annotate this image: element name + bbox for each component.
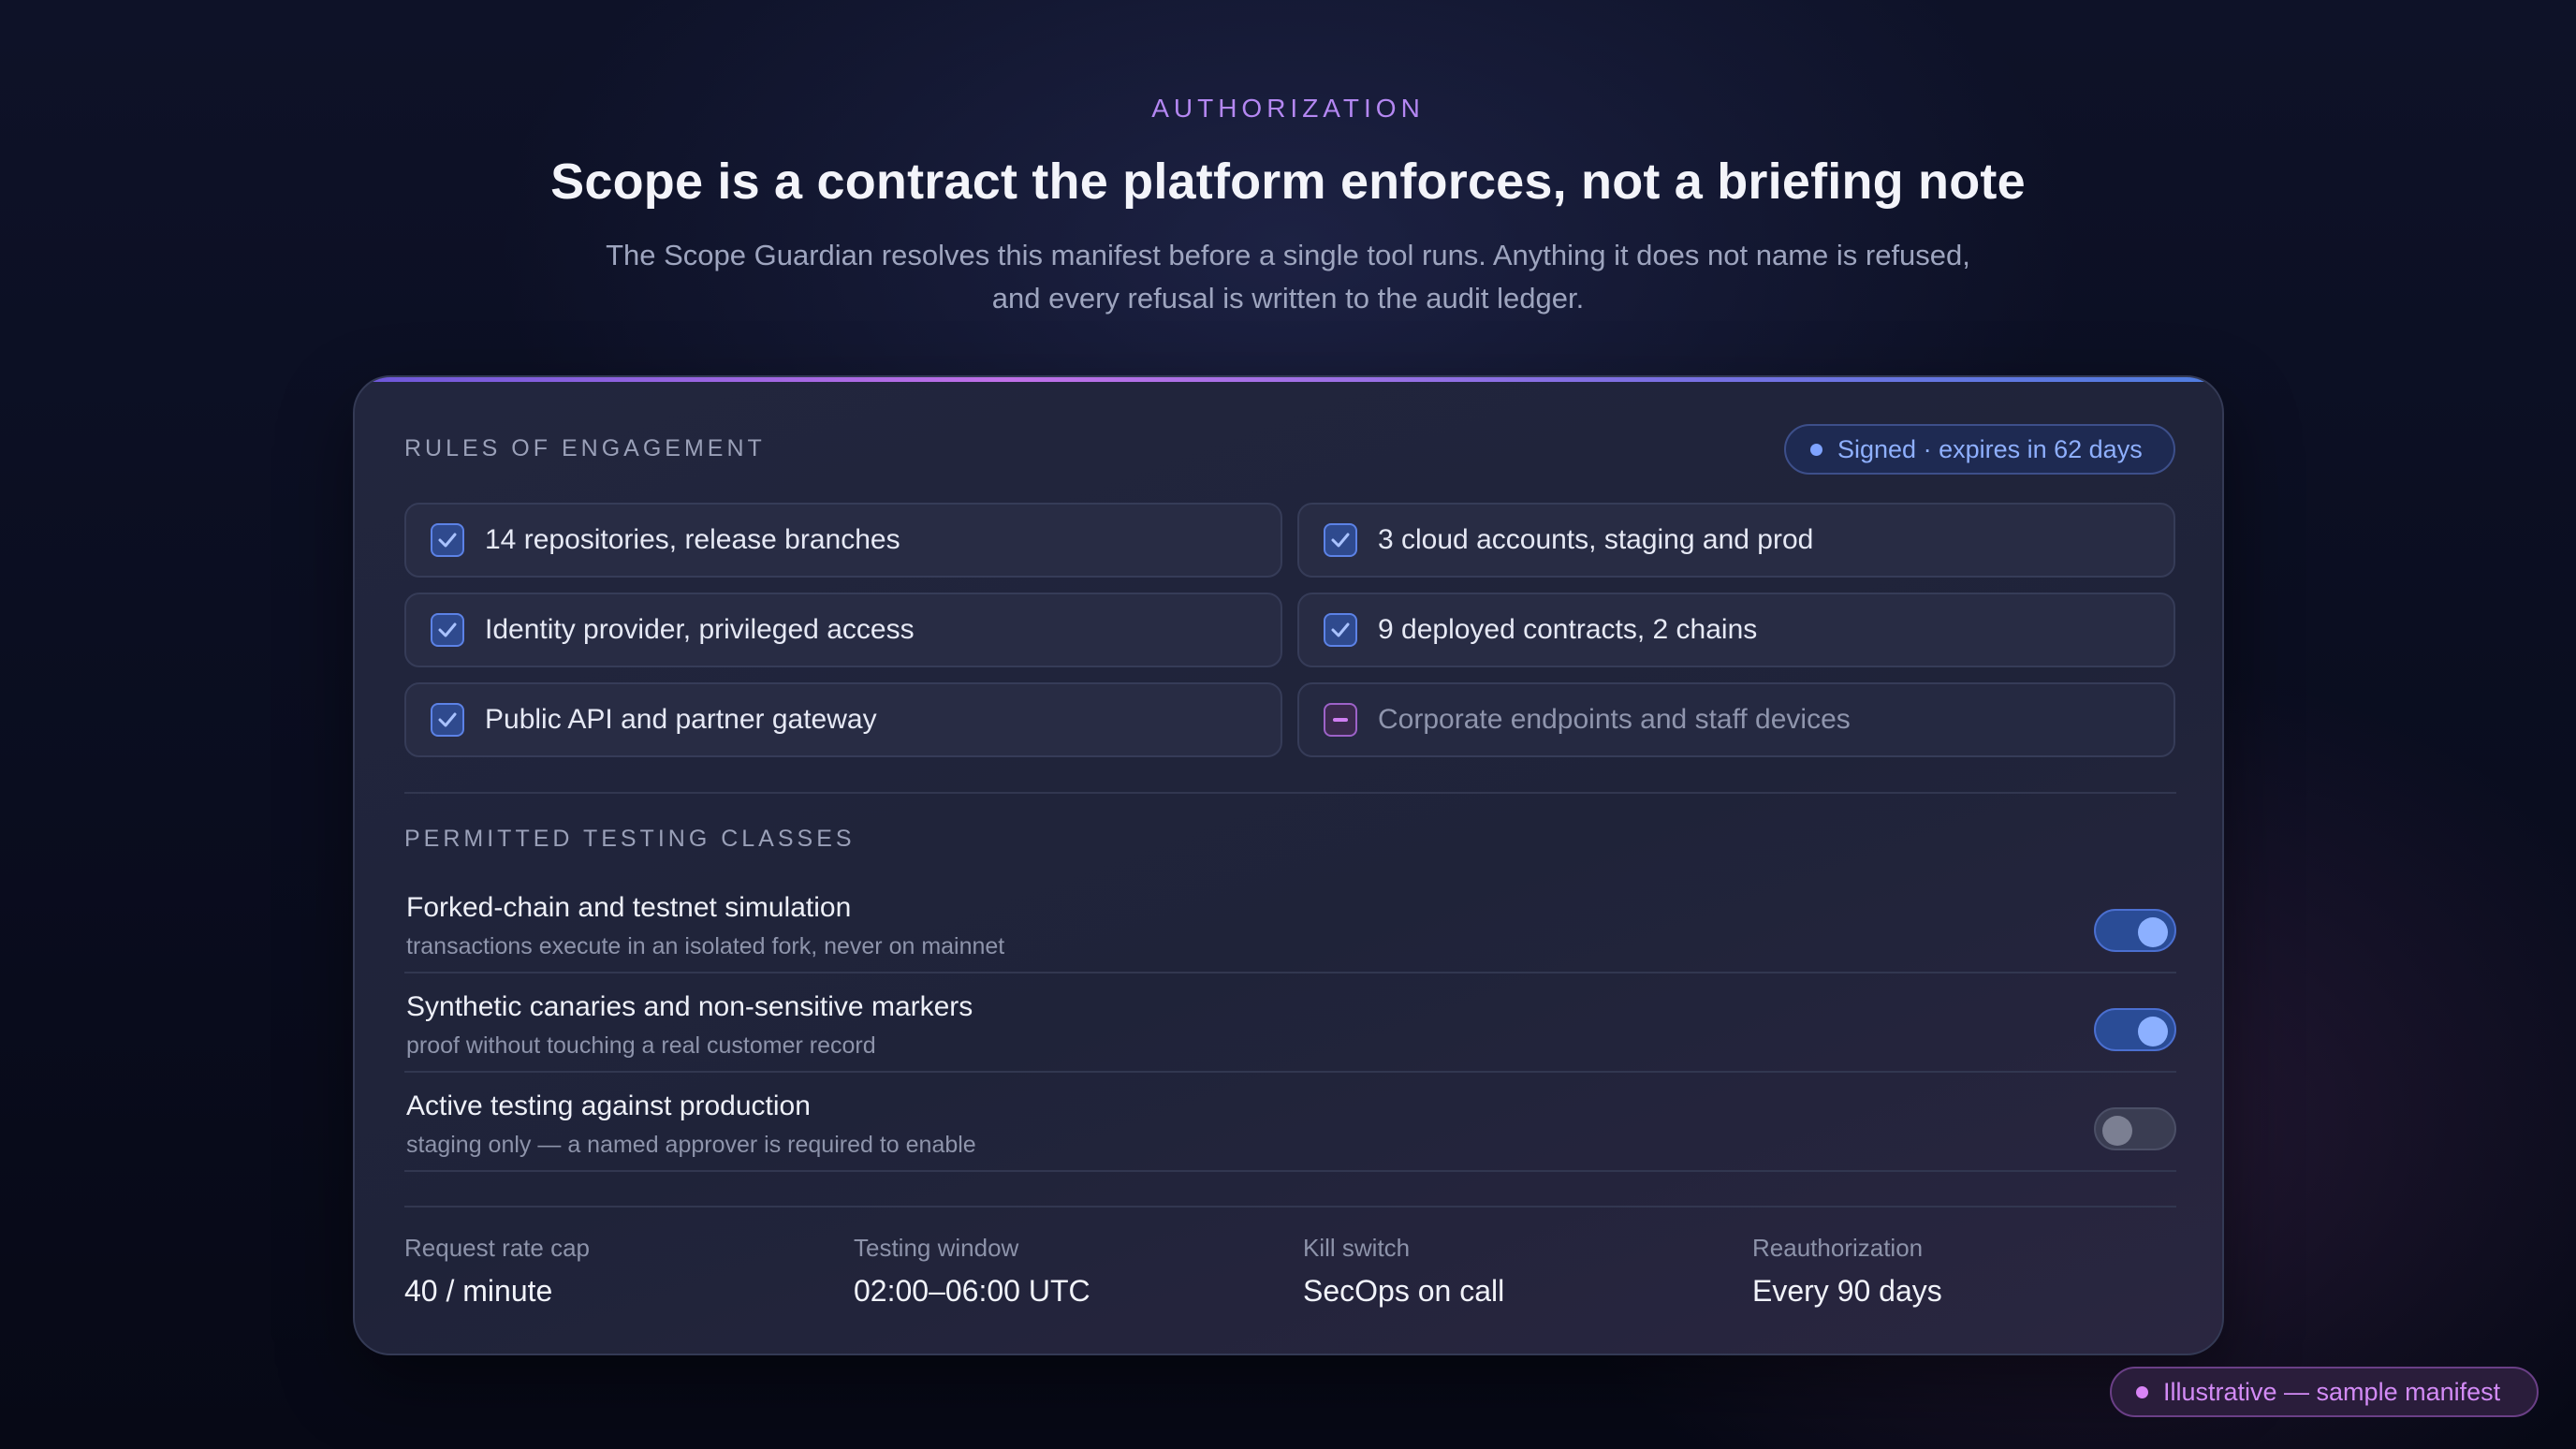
stat-value: Every 90 days: [1752, 1274, 1942, 1308]
minus-icon: [1324, 703, 1357, 737]
scope-item-identity-provider: Identity provider, privileged access: [404, 593, 1282, 667]
synthetic-canaries-toggle[interactable]: [2094, 1008, 2176, 1051]
stat-kill-switch: Kill switch SecOps on call: [1303, 1234, 1734, 1309]
forked-chain-toggle[interactable]: [2094, 909, 2176, 952]
scope-item-cloud-accounts: 3 cloud accounts, staging and prod: [1297, 503, 2175, 578]
status-dot-icon: [1810, 443, 1822, 456]
scope-item-label: Public API and partner gateway: [485, 704, 877, 735]
scope-item-corporate-endpoints: Corporate endpoints and staff devices: [1297, 682, 2175, 757]
scope-item-public-api: Public API and partner gateway: [404, 682, 1282, 757]
stat-value: 40 / minute: [404, 1274, 553, 1308]
testing-section-label: PERMITTED TESTING CLASSES: [404, 826, 856, 852]
stat-testing-window: Testing window 02:00–06:00 UTC: [854, 1234, 1284, 1309]
stat-reauthorization: Reauthorization Every 90 days: [1752, 1234, 2183, 1309]
badge-dot-icon: [2136, 1385, 2148, 1398]
testing-class-description: proof without touching a real customer r…: [406, 1032, 876, 1059]
testing-class-active-production: Active testing against production stagin…: [406, 1081, 2176, 1180]
signed-status-text: Signed · expires in 62 days: [1837, 434, 2143, 463]
card-accent-line: [355, 377, 2222, 382]
testing-class-description: staging only — a named approver is requi…: [406, 1132, 976, 1158]
stat-label: Reauthorization: [1752, 1234, 1924, 1262]
check-icon: [1324, 523, 1357, 557]
illustrative-badge-text: Illustrative — sample manifest: [2163, 1377, 2501, 1406]
stat-value: 02:00–06:00 UTC: [854, 1274, 1090, 1308]
check-icon: [1324, 613, 1357, 647]
testing-class-title: Active testing against production: [406, 1090, 811, 1121]
scope-item-label: 14 repositories, release branches: [485, 524, 900, 555]
stat-label: Kill switch: [1303, 1234, 1411, 1262]
scope-item-label: 9 deployed contracts, 2 chains: [1378, 614, 1758, 645]
illustrative-badge: Illustrative — sample manifest: [2110, 1367, 2539, 1417]
row-divider: [404, 972, 2176, 973]
toggle-knob: [2102, 1116, 2132, 1146]
check-icon: [431, 703, 464, 737]
subtitle-line-2: and every refusal is written to the audi…: [991, 282, 1585, 315]
toggle-knob: [2138, 917, 2168, 947]
signed-status-badge: Signed · expires in 62 days: [1784, 424, 2175, 475]
scope-item-label: Corporate endpoints and staff devices: [1378, 704, 1851, 735]
scope-item-contracts: 9 deployed contracts, 2 chains: [1297, 593, 2175, 667]
stat-request-rate: Request rate cap 40 / minute: [404, 1234, 835, 1309]
scope-item-label: Identity provider, privileged access: [485, 614, 915, 645]
toggle-knob: [2138, 1017, 2168, 1046]
stat-value: SecOps on call: [1303, 1274, 1505, 1308]
testing-class-forked-chain: Forked-chain and testnet simulation tran…: [406, 883, 2176, 982]
testing-class-description: transactions execute in an isolated fork…: [406, 933, 1005, 959]
active-production-toggle[interactable]: [2094, 1107, 2176, 1150]
stat-label: Request rate cap: [404, 1234, 591, 1262]
testing-class-title: Forked-chain and testnet simulation: [406, 892, 852, 923]
testing-class-title: Synthetic canaries and non-sensitive mar…: [406, 991, 973, 1022]
check-icon: [431, 523, 464, 557]
row-divider: [404, 1071, 2176, 1073]
section-divider: [404, 792, 2176, 794]
scope-item-label: 3 cloud accounts, staging and prod: [1378, 524, 1814, 555]
stat-label: Testing window: [854, 1234, 1019, 1262]
testing-class-synthetic-canaries: Synthetic canaries and non-sensitive mar…: [406, 982, 2176, 1081]
row-divider: [404, 1170, 2176, 1172]
manifest-card: RULES OF ENGAGEMENT Signed · expires in …: [353, 375, 2224, 1355]
stats-divider: [404, 1206, 2176, 1208]
check-icon: [431, 613, 464, 647]
section-eyebrow: AUTHORIZATION: [1151, 94, 1425, 123]
rules-section-label: RULES OF ENGAGEMENT: [404, 435, 766, 461]
subtitle-line-1: The Scope Guardian resolves this manifes…: [606, 239, 1970, 271]
page-title: Scope is a contract the platform enforce…: [550, 154, 2026, 210]
scope-item-repositories: 14 repositories, release branches: [404, 503, 1282, 578]
page-subtitle: The Scope Guardian resolves this manifes…: [539, 234, 2037, 320]
